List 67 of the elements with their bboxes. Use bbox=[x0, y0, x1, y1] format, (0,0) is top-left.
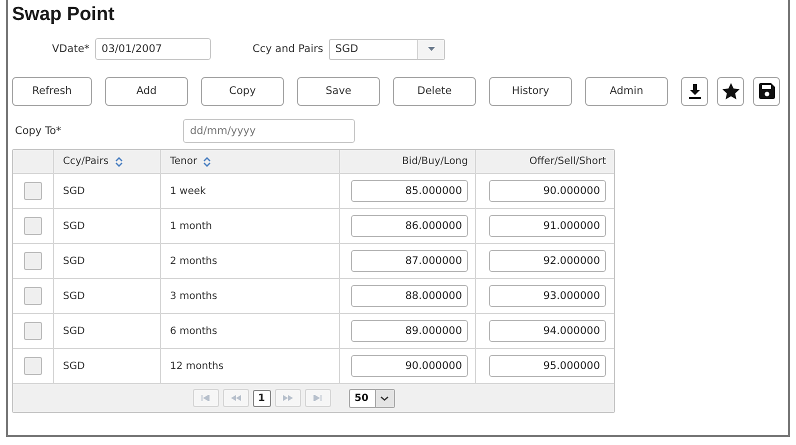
ccy-dropdown[interactable]: SGD bbox=[329, 38, 446, 60]
bid-field[interactable]: 85.000000 bbox=[351, 180, 468, 202]
table-cell: 12 months bbox=[170, 360, 224, 372]
star-button[interactable] bbox=[717, 76, 744, 106]
save-button[interactable] bbox=[753, 76, 780, 106]
toolbar-button[interactable]: History bbox=[489, 76, 572, 106]
offer-field[interactable]: 92.000000 bbox=[489, 250, 606, 272]
column-header: Bid/Buy/Long bbox=[402, 156, 468, 167]
copy-to-field[interactable]: dd/mm/yyyy bbox=[183, 119, 355, 143]
next-page-button[interactable] bbox=[274, 389, 300, 407]
star-icon bbox=[722, 82, 740, 100]
row-checkbox[interactable] bbox=[24, 182, 42, 200]
bid-field[interactable]: 86.000000 bbox=[351, 215, 468, 237]
download-button[interactable] bbox=[681, 76, 708, 106]
offer-field[interactable]: 91.000000 bbox=[489, 215, 606, 237]
table-cell: 1 month bbox=[170, 220, 212, 232]
table-cell: SGD bbox=[63, 360, 85, 372]
ccy-label: Ccy and Pairs bbox=[252, 43, 324, 55]
table-cell: 3 months bbox=[170, 290, 218, 302]
first-page-icon bbox=[201, 395, 210, 401]
offer-field[interactable]: 94.000000 bbox=[489, 320, 606, 342]
previous-page-icon bbox=[230, 395, 240, 401]
toolbar-button[interactable]: Refresh bbox=[12, 76, 92, 106]
column-header[interactable]: Tenor bbox=[170, 156, 198, 167]
copy-to-label: Copy To* bbox=[15, 125, 62, 137]
table-cell: SGD bbox=[63, 290, 85, 302]
table-cell: SGD bbox=[63, 256, 85, 266]
bid-field[interactable]: 88.000000 bbox=[351, 285, 468, 307]
table-cell: SGD bbox=[63, 220, 85, 232]
bid-field[interactable]: 87.000000 bbox=[351, 250, 468, 272]
offer-field[interactable]: 93.000000 bbox=[489, 285, 606, 307]
page-number[interactable]: 1 bbox=[252, 390, 270, 406]
page-title: Swap Point bbox=[11, 3, 116, 27]
chevron-icon bbox=[380, 396, 389, 400]
table-cell: SGD bbox=[63, 186, 85, 196]
row-checkbox[interactable] bbox=[24, 217, 42, 235]
sort-icon[interactable] bbox=[203, 156, 212, 166]
toolbar-button[interactable]: Admin bbox=[585, 76, 668, 106]
table-cell: 6 months bbox=[170, 326, 218, 336]
row-checkbox[interactable] bbox=[24, 322, 42, 340]
bid-field[interactable]: 89.000000 bbox=[351, 320, 468, 342]
last-page-icon bbox=[313, 395, 322, 401]
offer-field[interactable]: 90.000000 bbox=[489, 180, 606, 202]
vdate-field[interactable]: 03/01/2007 bbox=[94, 38, 211, 60]
offer-field[interactable]: 95.000000 bbox=[489, 355, 606, 377]
next-page-icon bbox=[282, 395, 292, 401]
row-checkbox[interactable] bbox=[24, 287, 42, 305]
caret-icon bbox=[428, 47, 435, 51]
last-page-button[interactable] bbox=[304, 389, 330, 407]
page-size-dropdown[interactable]: 50 bbox=[348, 388, 394, 408]
toolbar-button[interactable]: Delete bbox=[393, 76, 476, 106]
table-cell: 2 months bbox=[170, 256, 218, 266]
table-cell: 1 week bbox=[170, 186, 206, 196]
bid-field[interactable]: 90.000000 bbox=[351, 355, 468, 377]
previous-page-button[interactable] bbox=[222, 389, 248, 407]
first-page-button[interactable] bbox=[192, 389, 218, 407]
download-icon bbox=[688, 83, 702, 99]
column-header: Offer/Sell/Short bbox=[529, 156, 606, 167]
vdate-label: VDate* bbox=[52, 43, 90, 55]
toolbar-button[interactable]: Save bbox=[297, 76, 380, 106]
toolbar-button[interactable]: Add bbox=[105, 76, 188, 106]
row-checkbox[interactable] bbox=[24, 252, 42, 270]
column-header[interactable]: Ccy/Pairs bbox=[63, 156, 109, 167]
row-checkbox[interactable] bbox=[24, 357, 42, 375]
table-cell: SGD bbox=[63, 326, 85, 336]
toolbar-button[interactable]: Copy bbox=[201, 76, 284, 106]
sort-icon[interactable] bbox=[114, 156, 123, 166]
